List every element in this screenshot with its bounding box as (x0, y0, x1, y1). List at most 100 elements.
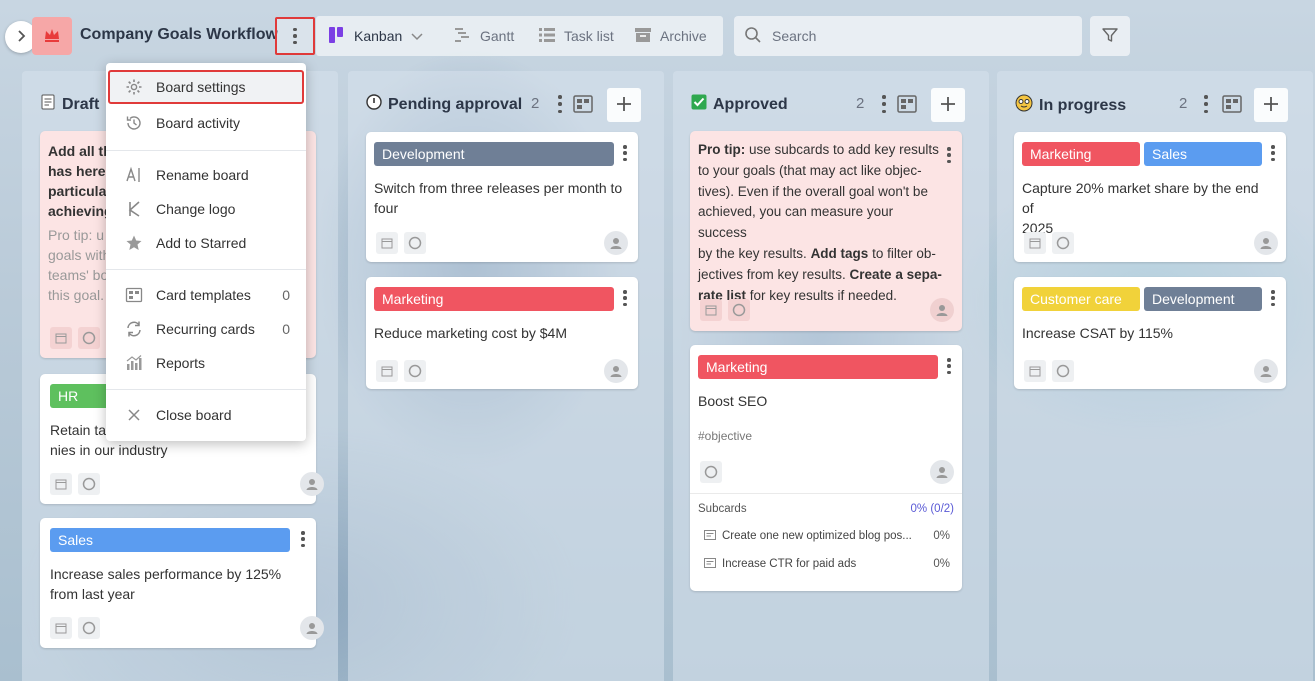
column-title: Approved (691, 94, 788, 115)
card-menu-icon[interactable] (300, 531, 306, 547)
plus-icon (615, 95, 633, 116)
tab-archive-label: Archive (660, 28, 707, 44)
status-circle-icon[interactable] (404, 232, 426, 254)
avatar[interactable] (604, 231, 628, 255)
menu-item-add-to-starred[interactable]: Add to Starred (106, 226, 306, 260)
tag-marketing[interactable]: Marketing (374, 287, 614, 311)
avatar[interactable] (300, 472, 324, 496)
status-circle-icon[interactable] (78, 617, 100, 639)
tab-task-list[interactable]: Task list (538, 16, 614, 56)
card[interactable]: Development Switch from three releases p… (366, 132, 638, 262)
calendar-icon[interactable] (50, 617, 72, 639)
calendar-icon[interactable] (1024, 232, 1046, 254)
menu-divider (106, 269, 306, 270)
tag-hr[interactable]: HR (50, 384, 110, 408)
status-circle-icon[interactable] (1052, 360, 1074, 382)
card-menu-icon[interactable] (946, 358, 952, 374)
menu-item-label: Rename board (156, 167, 249, 183)
card-layout-icon[interactable] (572, 93, 594, 115)
column-header: In progress 2 (997, 71, 1313, 131)
card-text: Boost SEO (698, 393, 768, 409)
column-menu-icon[interactable] (880, 95, 888, 113)
tab-kanban[interactable]: Kanban (328, 16, 424, 56)
card-layout-icon[interactable] (896, 93, 918, 115)
search-input[interactable] (772, 28, 1062, 44)
menu-item-label: Reports (156, 355, 206, 371)
card-menu-icon[interactable] (1270, 145, 1276, 161)
status-circle-icon[interactable] (728, 299, 750, 321)
column-pending-approval: Pending approval 2 Development Switch fr… (348, 71, 664, 681)
add-card-button[interactable] (931, 88, 965, 122)
add-card-button[interactable] (1254, 88, 1288, 122)
calendar-icon[interactable] (50, 473, 72, 495)
column-menu-icon[interactable] (556, 95, 564, 113)
avatar[interactable] (930, 298, 954, 322)
logo-icon (124, 199, 144, 219)
card-menu-icon[interactable] (622, 145, 628, 161)
calendar-icon[interactable] (1024, 360, 1046, 382)
menu-item-board-activity[interactable]: Board activity (106, 106, 306, 140)
card[interactable]: Customer care Development Increase CSAT … (1014, 277, 1286, 389)
menu-item-recurring-cards[interactable]: Recurring cards 0 (106, 312, 306, 346)
status-circle-icon[interactable] (78, 473, 100, 495)
chevron-down-icon[interactable] (410, 28, 424, 44)
card[interactable]: Sales Increase sales performance by 125%… (40, 518, 324, 648)
column-title: In progress (1015, 94, 1126, 117)
status-circle-icon[interactable] (404, 360, 426, 382)
avatar[interactable] (930, 460, 954, 484)
tag-development[interactable]: Development (374, 142, 614, 166)
subcard-row[interactable]: Create one new optimized blog pos... 0% (704, 527, 952, 545)
calendar-icon[interactable] (376, 232, 398, 254)
avatar[interactable] (300, 616, 324, 640)
status-circle-icon[interactable] (78, 327, 100, 349)
filter-button[interactable] (1090, 16, 1130, 56)
board-logo[interactable] (32, 17, 72, 55)
card-text: Increase sales performance by 125% from … (50, 566, 282, 602)
board-menu-button[interactable] (275, 17, 315, 55)
card[interactable]: Marketing Sales Capture 20% market share… (1014, 132, 1286, 262)
status-circle-icon[interactable] (700, 461, 722, 483)
column-menu-icon[interactable] (1202, 95, 1210, 113)
status-circle-icon[interactable] (1052, 232, 1074, 254)
card[interactable]: Pro tip: use subcards to add key results… (690, 131, 962, 331)
card[interactable]: Marketing Reduce marketing cost by $4M (366, 277, 638, 389)
tag-sales[interactable]: Sales (50, 528, 290, 552)
tab-gantt[interactable]: Gantt (454, 16, 514, 56)
memo-icon (40, 94, 56, 115)
card-menu-icon[interactable] (1270, 290, 1276, 306)
card-menu-icon[interactable] (946, 147, 952, 163)
menu-divider (106, 150, 306, 151)
tag-development[interactable]: Development (1144, 287, 1262, 311)
card-menu-icon[interactable] (622, 290, 628, 306)
menu-item-rename-board[interactable]: Rename board (106, 158, 306, 192)
view-switcher: Kanban Gantt Task list Archive (316, 16, 723, 56)
subcard-title: Increase CTR for paid ads (722, 558, 857, 570)
calendar-icon[interactable] (700, 299, 722, 321)
menu-item-board-settings[interactable]: Board settings (108, 70, 304, 104)
menu-item-reports[interactable]: Reports (106, 346, 306, 380)
column-count: 2 (856, 95, 865, 112)
card-layout-icon[interactable] (1221, 93, 1243, 115)
calendar-icon[interactable] (376, 360, 398, 382)
tag-sales[interactable]: Sales (1144, 142, 1262, 166)
subcard-row[interactable]: Increase CTR for paid ads 0% (704, 555, 952, 573)
archive-icon (634, 26, 652, 47)
menu-item-change-logo[interactable]: Change logo (106, 192, 306, 226)
tag-customer-care[interactable]: Customer care (1022, 287, 1140, 311)
avatar[interactable] (1254, 359, 1278, 383)
tab-archive[interactable]: Archive (634, 16, 707, 56)
crown-icon (43, 27, 61, 46)
menu-item-card-templates[interactable]: Card templates 0 (106, 278, 306, 312)
add-card-button[interactable] (607, 88, 641, 122)
card[interactable]: Marketing Boost SEO #objective Subcards … (690, 345, 962, 591)
tag-marketing[interactable]: Marketing (698, 355, 938, 379)
avatar[interactable] (1254, 231, 1278, 255)
tag-marketing[interactable]: Marketing (1022, 142, 1140, 166)
info-clock-icon (366, 94, 382, 115)
avatar[interactable] (604, 359, 628, 383)
calendar-icon[interactable] (50, 327, 72, 349)
menu-item-close-board[interactable]: Close board (106, 398, 306, 432)
close-icon (124, 405, 144, 425)
star-icon (124, 233, 144, 253)
column-count: 2 (1179, 95, 1188, 112)
